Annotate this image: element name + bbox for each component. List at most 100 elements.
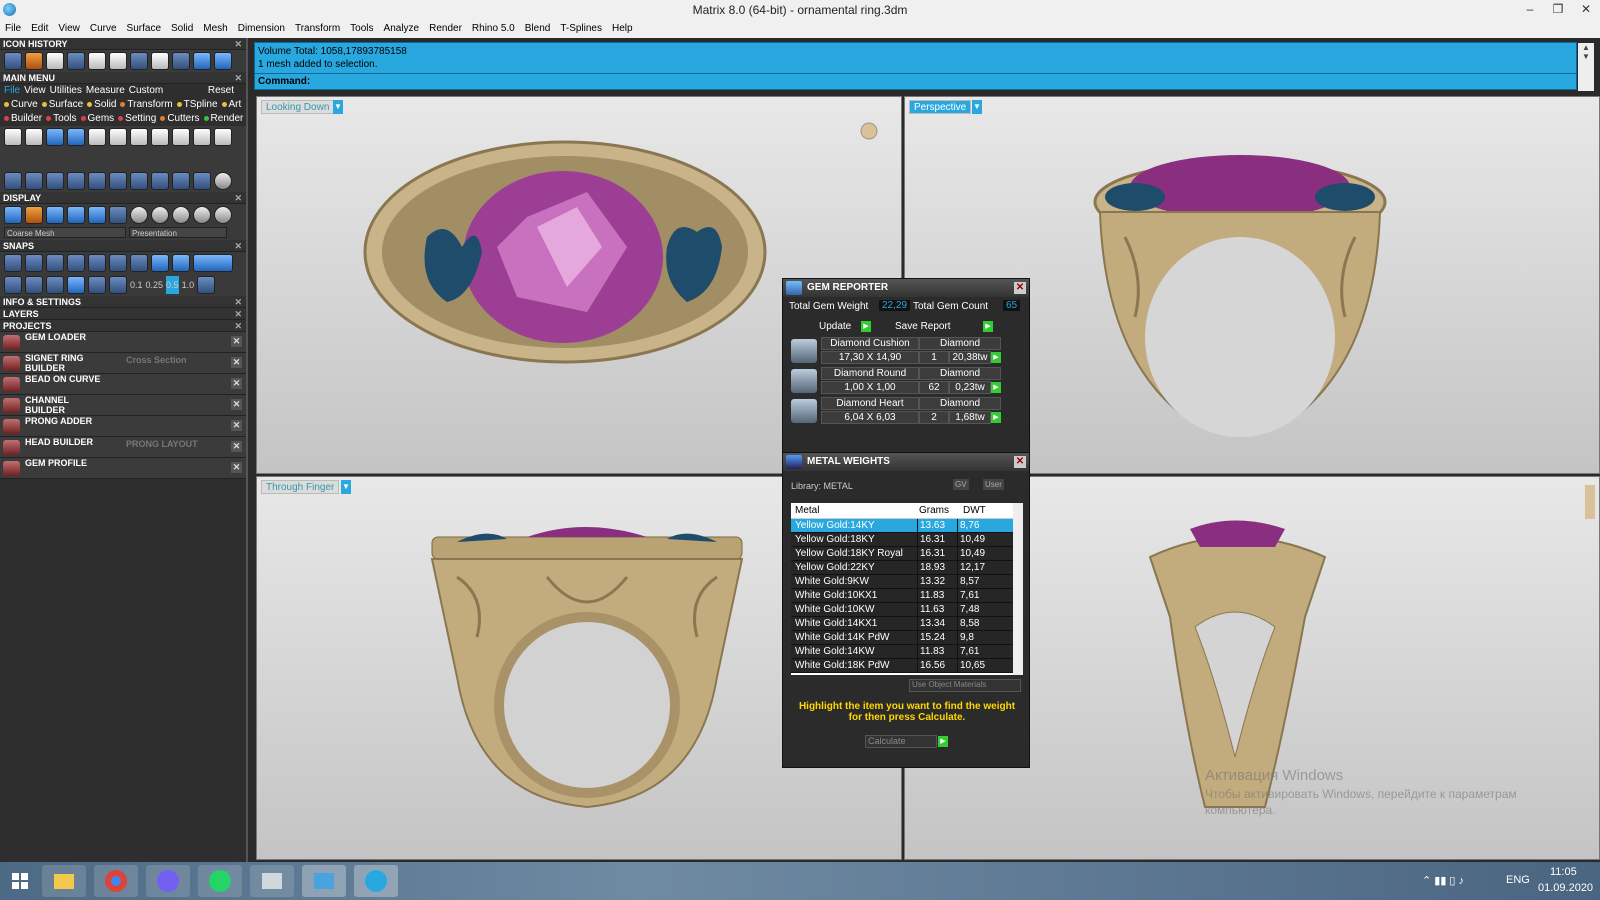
- sphere-icon[interactable]: [151, 206, 169, 224]
- export-icon[interactable]: [67, 128, 85, 146]
- user-toggle[interactable]: User: [983, 479, 1004, 490]
- project-item[interactable]: BEAD ON CURVE ✕: [0, 374, 246, 395]
- col-dwt[interactable]: DWT: [963, 503, 986, 519]
- snap-icon[interactable]: [172, 254, 190, 272]
- history-tool-icon[interactable]: [4, 52, 22, 70]
- history-tool-icon[interactable]: [130, 52, 148, 70]
- menu-view[interactable]: View: [53, 20, 85, 38]
- menu-edit[interactable]: Edit: [26, 20, 53, 38]
- mm-art[interactable]: Art: [221, 99, 241, 110]
- mm-builder[interactable]: Builder: [4, 113, 42, 124]
- display-header[interactable]: DISPLAY ✕: [0, 192, 246, 204]
- sphere-icon[interactable]: [130, 206, 148, 224]
- command-scrollbar[interactable]: ▲ ▼: [1578, 43, 1594, 91]
- clock-time[interactable]: 11:05: [1550, 866, 1577, 878]
- whatsapp-icon[interactable]: [198, 865, 242, 897]
- shade-icon[interactable]: [25, 206, 43, 224]
- file-explorer-icon[interactable]: [42, 865, 86, 897]
- snap-toggle-icon[interactable]: [193, 254, 233, 272]
- menu-curve[interactable]: Curve: [85, 20, 122, 38]
- menu-tools[interactable]: Tools: [345, 20, 378, 38]
- history-tool-icon[interactable]: [172, 52, 190, 70]
- history-tool-icon[interactable]: [88, 52, 106, 70]
- menu-render[interactable]: Render: [424, 20, 467, 38]
- snaps-header[interactable]: SNAPS ✕: [0, 240, 246, 252]
- project-sub[interactable]: Cross Section: [126, 355, 187, 365]
- update-button[interactable]: Update: [819, 321, 851, 332]
- table-row[interactable]: White Gold:18K PdW 16.56 10,65: [791, 659, 1023, 673]
- tool-icon[interactable]: [130, 172, 148, 190]
- menu-dimension[interactable]: Dimension: [233, 20, 290, 38]
- menu-blend[interactable]: Blend: [520, 20, 556, 38]
- icon-history-header[interactable]: ICON HISTORY ✕: [0, 38, 246, 50]
- gem-go-icon[interactable]: ▶: [991, 352, 1001, 363]
- gem-go-icon[interactable]: ▶: [991, 382, 1001, 393]
- mm-curve[interactable]: Curve: [4, 99, 38, 110]
- metal-weights-header[interactable]: METAL WEIGHTS ✕: [783, 453, 1029, 471]
- minimize-button[interactable]: –: [1516, 0, 1544, 20]
- col-metal[interactable]: Metal: [795, 503, 819, 519]
- mm-tab-custom[interactable]: Custom: [129, 85, 163, 96]
- table-row[interactable]: White Gold:10KW 11.63 7,48: [791, 603, 1023, 617]
- menu-transform[interactable]: Transform: [290, 20, 345, 38]
- layers-header[interactable]: LAYERS ✕: [0, 308, 246, 320]
- snap-icon[interactable]: [67, 254, 85, 272]
- shade-icon[interactable]: [67, 206, 85, 224]
- menu-analyze[interactable]: Analyze: [379, 20, 425, 38]
- save-icon[interactable]: [88, 128, 106, 146]
- new-file-icon[interactable]: [4, 128, 22, 146]
- gem-row[interactable]: Diamond Round Diamond 1,00 X 1,00 62 0,23tw ▶: [789, 367, 1023, 397]
- snap-value-2[interactable]: 0.5: [166, 276, 179, 294]
- render-icon[interactable]: [88, 206, 106, 224]
- render-icon[interactable]: [109, 206, 127, 224]
- mm-setting[interactable]: Setting: [118, 113, 156, 124]
- close-icon[interactable]: ✕: [231, 462, 242, 473]
- stuller-icon[interactable]: [214, 128, 232, 146]
- gem-go-icon[interactable]: ▶: [991, 412, 1001, 423]
- snap-icon[interactable]: [4, 254, 22, 272]
- close-icon[interactable]: ✕: [234, 38, 242, 50]
- mm-tab-reset[interactable]: Reset: [208, 84, 234, 98]
- close-icon[interactable]: ✕: [234, 192, 242, 204]
- tool-icon[interactable]: [46, 172, 64, 190]
- rhino-app-icon[interactable]: [354, 865, 398, 897]
- close-icon[interactable]: ✕: [234, 296, 242, 308]
- save-as-icon[interactable]: [109, 128, 127, 146]
- print-icon[interactable]: [151, 128, 169, 146]
- mm-tab-view[interactable]: View: [24, 85, 46, 96]
- close-icon[interactable]: ✕: [1014, 282, 1026, 294]
- info-settings-header[interactable]: INFO & SETTINGS ✕: [0, 296, 246, 308]
- tool-icon[interactable]: [67, 172, 85, 190]
- mm-solid[interactable]: Solid: [87, 99, 116, 110]
- tool-icon[interactable]: [109, 172, 127, 190]
- gv-toggle[interactable]: GV: [953, 479, 969, 490]
- menu-rhino[interactable]: Rhino 5.0: [467, 20, 520, 38]
- tool-icon[interactable]: [151, 172, 169, 190]
- gem-reporter-header[interactable]: GEM REPORTER ✕: [783, 279, 1029, 297]
- sphere-icon[interactable]: [193, 206, 211, 224]
- project-item[interactable]: GEM LOADER ✕: [0, 332, 246, 353]
- close-icon[interactable]: ✕: [234, 72, 242, 84]
- grid-icon[interactable]: [67, 276, 85, 294]
- history-tool-icon[interactable]: [109, 52, 127, 70]
- menu-file[interactable]: File: [0, 20, 26, 38]
- snap-icon[interactable]: [25, 254, 43, 272]
- close-icon[interactable]: ✕: [231, 441, 242, 452]
- mm-tspline[interactable]: TSpline: [176, 99, 218, 110]
- close-icon[interactable]: ✕: [1014, 456, 1026, 468]
- history-tool-icon[interactable]: [67, 52, 85, 70]
- save-go-icon[interactable]: ▶: [983, 321, 993, 332]
- calculate-go-icon[interactable]: ▶: [938, 736, 948, 747]
- table-row[interactable]: White Gold:10KX1 11.83 7,61: [791, 589, 1023, 603]
- circle-icon[interactable]: [214, 172, 232, 190]
- history-tool-icon[interactable]: [46, 52, 64, 70]
- snap-value-3[interactable]: 1.0: [182, 276, 195, 294]
- mm-tab-measure[interactable]: Measure: [86, 85, 125, 96]
- table-row[interactable]: Yellow Gold:18KY 16.31 10,49: [791, 533, 1023, 547]
- close-button[interactable]: ✕: [1572, 0, 1600, 20]
- table-row[interactable]: White Gold:14KW 11.83 7,61: [791, 645, 1023, 659]
- mm-transform[interactable]: Transform: [120, 99, 173, 110]
- history-tool-icon[interactable]: [151, 52, 169, 70]
- clock-date[interactable]: 01.09.2020: [1538, 882, 1593, 894]
- main-menu-header[interactable]: MAIN MENU ✕: [0, 72, 246, 84]
